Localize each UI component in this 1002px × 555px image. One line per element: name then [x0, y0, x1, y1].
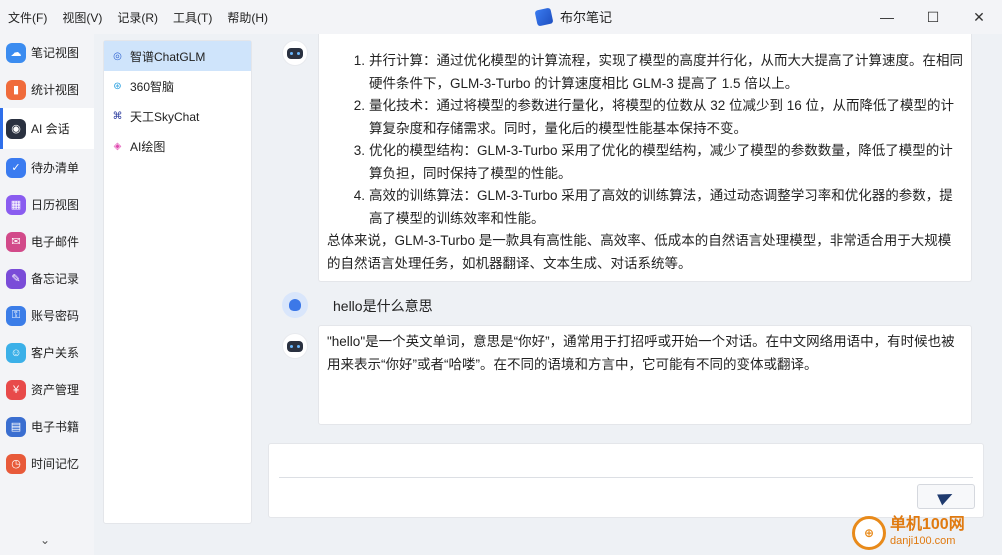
people-icon: ☺	[6, 342, 26, 363]
list-number: 2.	[353, 98, 365, 113]
sidebar-item-label: 统计视图	[31, 83, 80, 97]
model-item-1[interactable]: ⊛ 360智脑	[104, 71, 251, 101]
sidebar-item-2[interactable]: ◉ AI 会话	[0, 108, 94, 149]
app-title: 布尔笔记	[534, 7, 613, 26]
chat-input-box	[268, 443, 984, 518]
sidebar-item-0[interactable]: ☁ 笔记视图	[0, 34, 94, 71]
app-title-text: 布尔笔记	[560, 10, 613, 25]
sidebar-item-10[interactable]: ▤ 电子书籍	[0, 408, 94, 445]
send-icon	[937, 488, 955, 505]
list-text: 优化的模型结构：GLM-3-Turbo 采用了优化的模型结构，减少了模型的参数数…	[369, 143, 953, 181]
sidebar-item-7[interactable]: ⚿ 账号密码	[0, 297, 94, 334]
answer-list-item: 4. 高效的训练算法：GLM-3-Turbo 采用了高效的训练算法，通过动态调整学…	[347, 185, 963, 230]
sidebar-item-4[interactable]: ▦ 日历视图	[0, 186, 94, 223]
book-icon: ▤	[6, 416, 26, 437]
sidebar-item-8[interactable]: ☺ 客户关系	[0, 334, 94, 371]
answer-text: "hello"是一个英文单词，意思是“你好”，通常用于打招呼或开始一个对话。在中…	[327, 334, 955, 372]
bot-avatar-icon	[282, 40, 308, 66]
sidebar-item-3[interactable]: ✓ 待办清单	[0, 149, 94, 186]
user-question: hello是什么意思	[333, 298, 433, 314]
robot-icon: ◉	[6, 118, 26, 139]
app-logo-icon	[534, 7, 554, 26]
input-divider	[279, 477, 973, 478]
clock-icon: ◷	[6, 453, 26, 474]
menu-view[interactable]: 视图(V)	[62, 9, 102, 26]
expand-more-icon[interactable]: ⌄	[40, 533, 50, 547]
chat-area: 1. 并行计算：通过优化模型的计算流程，实现了模型的高度并行化，从而大大提高了计算…	[268, 34, 984, 434]
menu-help[interactable]: 帮助(H)	[227, 9, 268, 26]
model-label: AI绘图	[130, 139, 166, 154]
user-avatar-icon	[282, 292, 308, 318]
asset-icon: ¥	[6, 379, 26, 400]
answer-list-item: 1. 并行计算：通过优化模型的计算流程，实现了模型的高度并行化，从而大大提高了计算…	[347, 50, 963, 95]
window-controls: — ☐ ✕	[864, 0, 1002, 34]
menu-record[interactable]: 记录(R)	[117, 9, 158, 26]
model-label: 天工SkyChat	[130, 109, 200, 124]
model-label: 360智脑	[130, 79, 175, 94]
answer-summary: 总体来说，GLM-3-Turbo 是一款具有高性能、高效率、低成本的自然语言处理…	[327, 233, 952, 271]
chat-input[interactable]	[279, 450, 969, 474]
sidebar-item-label: 日历视图	[31, 198, 80, 212]
bot-message-1: 1. 并行计算：通过优化模型的计算流程，实现了模型的高度并行化，从而大大提高了计算…	[318, 34, 972, 282]
sidebar-item-label: 电子邮件	[31, 235, 80, 249]
model-item-2[interactable]: ⌘ 天工SkyChat	[104, 101, 251, 131]
sidebar-item-label: 备忘记录	[31, 272, 80, 286]
cloud-icon: ☁	[6, 42, 26, 63]
list-number: 4.	[353, 188, 365, 203]
sidebar-item-9[interactable]: ¥ 资产管理	[0, 371, 94, 408]
list-text: 高效的训练算法：GLM-3-Turbo 采用了高效的训练算法，通过动态调整学习率…	[369, 188, 953, 226]
todo-icon: ✓	[6, 157, 26, 178]
answer-list: 1. 并行计算：通过优化模型的计算流程，实现了模型的高度并行化，从而大大提高了计算…	[327, 50, 963, 230]
model-list: ◎ 智谱ChatGLM ⊛ 360智脑 ⌘ 天工SkyChat ◈ AI绘图	[103, 40, 252, 524]
sidebar-item-label: AI 会话	[31, 122, 70, 136]
watermark-logo-icon: ⊕	[852, 516, 886, 550]
sidebar-item-label: 笔记视图	[31, 46, 80, 60]
chatglm-icon: ◎	[113, 50, 122, 62]
sidebar-item-label: 账号密码	[31, 309, 80, 323]
mail-icon: ✉	[6, 231, 26, 252]
sidebar-item-5[interactable]: ✉ 电子邮件	[0, 223, 94, 260]
calendar-icon: ▦	[6, 194, 26, 215]
sidebar-item-6[interactable]: ✎ 备忘记录	[0, 260, 94, 297]
answer-list-item: 2. 量化技术：通过将模型的参数进行量化，将模型的位数从 32 位减少到 16 位…	[347, 95, 963, 140]
sidebar-item-label: 客户关系	[31, 346, 80, 360]
send-button[interactable]	[917, 484, 975, 509]
memo-icon: ✎	[6, 268, 26, 289]
answer-list-item: 3. 优化的模型结构：GLM-3-Turbo 采用了优化的模型结构，减少了模型的参…	[347, 140, 963, 185]
paint-icon: ◈	[113, 140, 122, 152]
sidebar-item-label: 待办清单	[31, 161, 80, 175]
chart-icon: ▮	[6, 79, 26, 100]
sidebar-item-label: 时间记忆	[31, 457, 80, 471]
sidebar-item-11[interactable]: ◷ 时间记忆	[0, 445, 94, 482]
watermark-url: danji100.com	[890, 535, 956, 547]
menu-file[interactable]: 文件(F)	[8, 9, 47, 26]
list-text: 并行计算：通过优化模型的计算流程，实现了模型的高度并行化，从而大大提高了计算速度…	[369, 53, 963, 91]
skychat-icon: ⌘	[112, 110, 123, 122]
bot-avatar-icon	[282, 333, 308, 359]
watermark: ⊕ 单机100网 danji100.com	[852, 516, 965, 550]
lock-icon: ⚿	[6, 305, 26, 326]
list-number: 1.	[353, 53, 365, 68]
model-item-3[interactable]: ◈ AI绘图	[104, 131, 251, 161]
model-item-0[interactable]: ◎ 智谱ChatGLM	[104, 41, 251, 71]
sidebar-item-label: 电子书籍	[31, 420, 80, 434]
bot-message-2: "hello"是一个英文单词，意思是“你好”，通常用于打招呼或开始一个对话。在中…	[318, 325, 972, 425]
title-bar: 文件(F) 视图(V) 记录(R) 工具(T) 帮助(H) 布尔笔记 — ☐ ✕	[0, 0, 1002, 34]
maximize-icon[interactable]: ☐	[910, 0, 956, 34]
model-label: 智谱ChatGLM	[130, 49, 206, 64]
sidebar-item-label: 资产管理	[31, 383, 80, 397]
sidebar-nav: ☁ 笔记视图 ▮ 统计视图 ◉ AI 会话 ✓ 待办清单 ▦ 日历视图 ✉ 电子邮件 ✎ 备忘记录 ⚿ 账号密…	[0, 34, 94, 555]
menu-tools[interactable]: 工具(T)	[173, 9, 212, 26]
minimize-icon[interactable]: —	[864, 0, 910, 34]
list-number: 3.	[353, 143, 365, 158]
sidebar-item-1[interactable]: ▮ 统计视图	[0, 71, 94, 108]
list-text: 量化技术：通过将模型的参数进行量化，将模型的位数从 32 位减少到 16 位，从…	[369, 98, 955, 136]
watermark-title: 单机100网	[890, 516, 965, 533]
360-icon: ⊛	[113, 80, 122, 92]
close-icon[interactable]: ✕	[956, 0, 1002, 34]
menu-bar: 文件(F) 视图(V) 记录(R) 工具(T) 帮助(H)	[0, 9, 283, 26]
